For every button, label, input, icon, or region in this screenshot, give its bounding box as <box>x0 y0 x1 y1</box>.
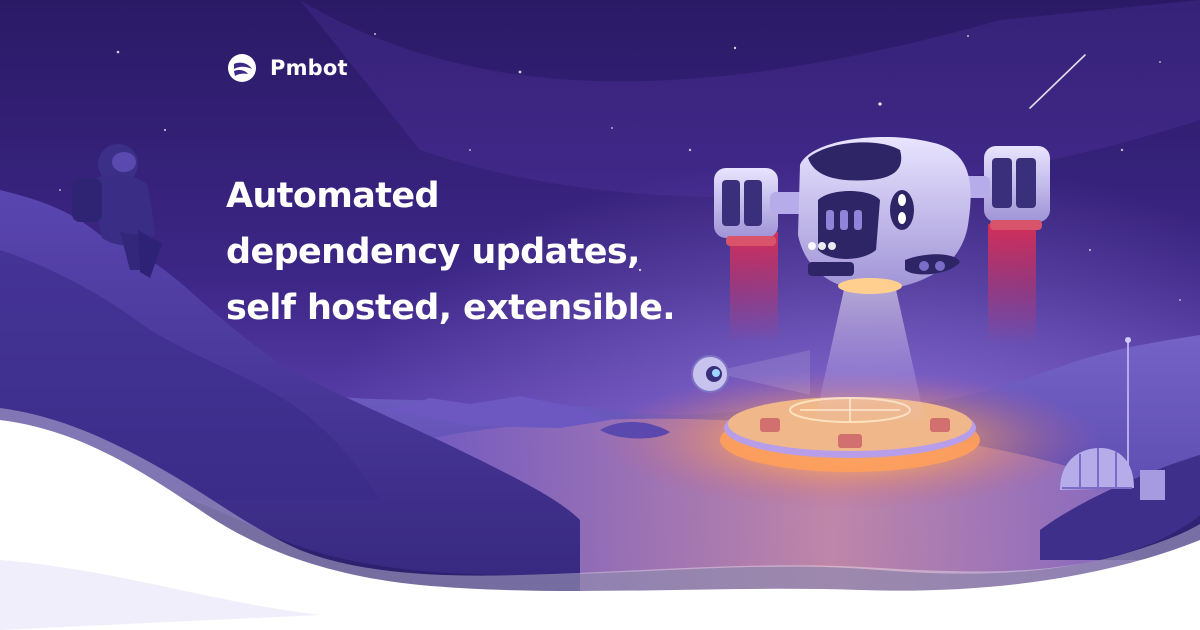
pmbot-logo-icon <box>228 54 256 82</box>
brand-logo[interactable]: Pmbot <box>226 52 348 84</box>
hero-headline: Automated dependency updates, self hoste… <box>226 168 746 336</box>
right-thruster-flame <box>988 224 1036 344</box>
headline-line-1: Automated <box>226 176 440 216</box>
hero-banner: Pmbot Automated dependency updates, self… <box>0 0 1200 630</box>
headline-line-2: dependency updates, <box>226 232 640 272</box>
brand-name: Pmbot <box>270 56 348 80</box>
headline-line-3: self hosted, extensible. <box>226 288 676 328</box>
